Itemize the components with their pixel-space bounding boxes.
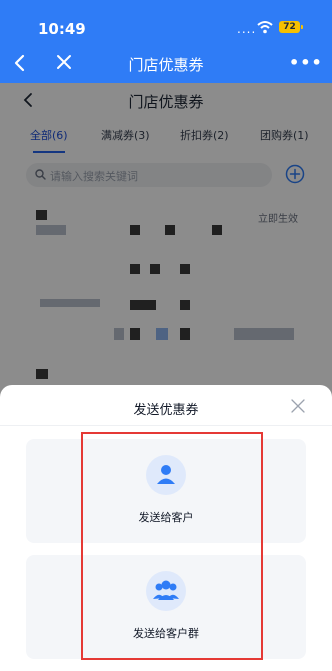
wifi-icon	[257, 21, 273, 34]
top-bar: 10:49 .... 72 门店优惠券 •••	[0, 0, 332, 83]
battery-tip	[301, 25, 303, 29]
sheet-title: 发送优惠券	[133, 403, 199, 418]
status-time: 10:49	[38, 20, 86, 38]
more-menu-button[interactable]: •••	[289, 53, 323, 72]
screen: 10:49 .... 72 门店优惠券 ••• 门店优惠券 全部(6) 满减券(…	[0, 0, 332, 671]
highlight-frame	[81, 432, 263, 660]
battery-indicator: 72	[279, 21, 300, 33]
close-icon[interactable]	[291, 399, 305, 413]
signal-indicator: ....	[237, 22, 257, 36]
divider	[0, 425, 332, 426]
nav-title: 门店优惠券	[128, 56, 204, 74]
